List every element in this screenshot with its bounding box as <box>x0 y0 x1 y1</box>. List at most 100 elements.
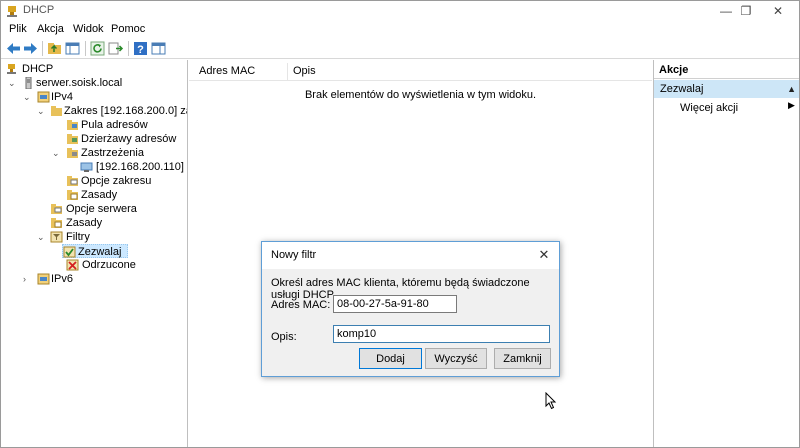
dhcp-window: DHCP — ❐ ✕ Plik Akcja Widok Pomoc ? DHCP… <box>0 0 800 448</box>
menu-plik[interactable]: Plik <box>9 23 27 35</box>
tree-node-ipv6[interactable]: › IPv6 <box>5 272 185 286</box>
menu-bar: Plik Akcja Widok Pomoc <box>1 21 799 39</box>
collapse-icon[interactable]: ⌄ <box>37 104 46 118</box>
actions-section-label: Zezwalaj <box>660 83 704 95</box>
more-actions-link[interactable]: Więcej akcji <box>680 102 738 114</box>
dialog-close-button[interactable]: ✕ <box>533 244 555 266</box>
tree-node-scope[interactable]: ⌄ Zakres [192.168.200.0] zakres <box>5 104 187 118</box>
tree-label: DHCP <box>22 63 54 75</box>
tree-node-scope-policies[interactable]: Zasady <box>5 188 185 202</box>
collapse-icon[interactable]: ⌄ <box>23 90 32 104</box>
tree-label: Zasady <box>81 189 118 201</box>
reservation-icon <box>80 162 93 172</box>
forward-arrow-icon[interactable] <box>22 40 39 57</box>
tree-node-server[interactable]: ⌄ serwer.soisk.local <box>5 76 185 90</box>
mouse-pointer-icon <box>545 392 557 410</box>
dialog-title-bar: Nowy filtr ✕ <box>262 242 559 269</box>
console-tree: DHCP ⌄ serwer.soisk.local ⌄ IPv4 ⌄ Zakre… <box>1 60 188 447</box>
tree-label: serwer.soisk.local <box>36 77 123 89</box>
tree-label: Zezwalaj <box>78 246 122 258</box>
actions-pane: Akcje Zezwalaj ▲ Więcej akcji ▶ <box>653 60 799 447</box>
options-icon <box>67 176 78 186</box>
actions-section-header[interactable]: Zezwalaj ▲ <box>654 80 799 98</box>
restore-button[interactable]: ❐ <box>731 1 761 21</box>
back-arrow-icon[interactable] <box>5 40 22 57</box>
tree-label: Filtry <box>66 231 90 243</box>
policies-icon <box>67 190 78 200</box>
tree-node-leases[interactable]: Dzierżawy adresów <box>5 132 185 146</box>
tree-label: Zasady <box>66 217 103 229</box>
policies-icon <box>51 218 62 228</box>
up-folder-icon[interactable] <box>46 40 63 57</box>
tree-label: [192.168.200.110] kom <box>96 161 187 173</box>
tree-node-reservation-item[interactable]: [192.168.200.110] kom <box>5 160 187 174</box>
tree-label: IPv4 <box>51 91 74 103</box>
export-list-icon[interactable] <box>107 40 124 57</box>
refresh-icon[interactable] <box>89 40 106 57</box>
deny-filter-icon <box>66 259 79 271</box>
column-separator[interactable] <box>287 63 288 81</box>
tree-label: Zakres [192.168.200.0] zakres <box>64 105 187 117</box>
toolbar-separator <box>128 41 129 56</box>
description-input[interactable] <box>333 325 550 343</box>
menu-widok[interactable]: Widok <box>73 23 104 35</box>
collapse-section-icon[interactable]: ▲ <box>787 80 796 98</box>
show-hide-tree-icon[interactable] <box>64 40 81 57</box>
close-button[interactable]: Zamknij <box>494 348 551 369</box>
filter-icon <box>50 231 63 243</box>
folder-icon <box>51 106 62 116</box>
tree-label: Pula adresów <box>81 119 148 131</box>
menu-pomoc[interactable]: Pomoc <box>111 23 145 35</box>
tree-node-server-options[interactable]: Opcje serwera <box>5 202 185 216</box>
tree-node-ipv4[interactable]: ⌄ IPv4 <box>5 90 185 104</box>
close-window-button[interactable]: ✕ <box>763 1 793 21</box>
mac-address-input[interactable] <box>333 295 457 313</box>
column-header-description[interactable]: Opis <box>293 65 316 77</box>
column-header-mac[interactable]: Adres MAC <box>199 65 255 77</box>
empty-list-message: Brak elementów do wyświetlenia w tym wid… <box>304 89 537 101</box>
mac-address-label: Adres MAC: <box>271 299 331 311</box>
clear-button[interactable]: Wyczyść <box>425 348 487 369</box>
ipv6-icon <box>37 273 50 285</box>
tree-node-dhcp[interactable]: DHCP <box>5 62 185 76</box>
description-label: Opis: <box>271 331 297 343</box>
tree-node-deny[interactable]: Odrzucone <box>5 258 185 272</box>
tree-node-filters[interactable]: ⌄ Filtry <box>5 230 185 244</box>
tree-label: IPv6 <box>51 273 74 285</box>
collapse-icon[interactable]: ⌄ <box>52 146 61 160</box>
server-icon <box>25 77 32 89</box>
dialog-title: Nowy filtr <box>271 249 317 261</box>
console-view-icon[interactable] <box>150 40 167 57</box>
expand-icon[interactable]: › <box>23 272 32 286</box>
collapse-icon[interactable]: ⌄ <box>37 230 46 244</box>
address-leases-icon <box>67 134 78 144</box>
tree-label: Opcje serwera <box>66 203 137 215</box>
address-pool-icon <box>67 120 78 130</box>
tree-label: Zastrzeżenia <box>81 147 144 159</box>
dhcp-root-icon <box>7 64 16 74</box>
reservations-icon <box>67 148 78 158</box>
toolbar-separator <box>85 41 86 56</box>
submenu-arrow-icon: ▶ <box>788 100 795 110</box>
tree-node-allow[interactable]: Zezwalaj <box>62 244 128 258</box>
svg-text:?: ? <box>137 44 144 56</box>
title-bar: DHCP — ❐ ✕ <box>1 1 799 21</box>
dhcp-app-icon <box>7 6 17 17</box>
collapse-icon[interactable]: ⌄ <box>8 76 17 90</box>
add-button[interactable]: Dodaj <box>359 348 422 369</box>
toolbar-separator <box>42 41 43 56</box>
help-icon[interactable]: ? <box>132 40 149 57</box>
tree-node-pool[interactable]: Pula adresów <box>5 118 185 132</box>
window-title: DHCP <box>23 4 55 16</box>
menu-akcja[interactable]: Akcja <box>37 23 64 35</box>
tree-node-server-policies[interactable]: Zasady <box>5 216 185 230</box>
toolbar: ? <box>1 39 799 59</box>
actions-title: Akcje <box>654 62 799 79</box>
options-icon <box>51 204 62 214</box>
tree-node-scope-options[interactable]: Opcje zakresu <box>5 174 185 188</box>
column-headers: Adres MAC Opis <box>189 63 652 81</box>
ipv4-icon <box>37 91 50 103</box>
tree-node-reservations[interactable]: ⌄ Zastrzeżenia <box>5 146 185 160</box>
new-filter-dialog: Nowy filtr ✕ Określ adres MAC klienta, k… <box>261 241 560 377</box>
tree-label: Odrzucone <box>82 259 136 271</box>
